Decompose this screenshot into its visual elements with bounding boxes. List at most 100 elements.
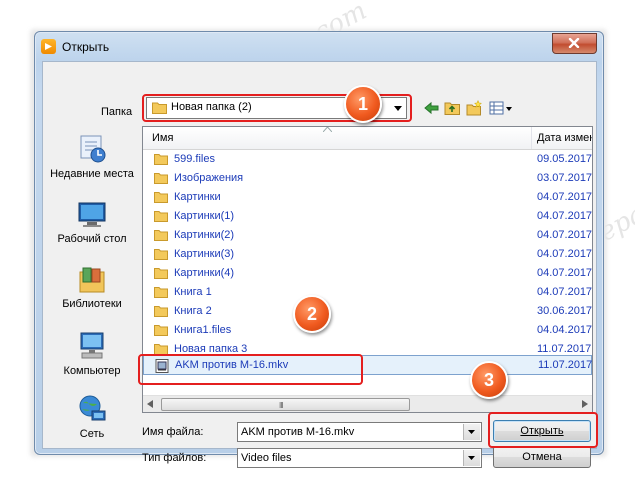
list-item[interactable]: Книга 2 30.06.2017 1 [143,302,592,320]
file-name: Книга1.files [174,324,232,336]
app-icon [41,39,56,54]
scroll-right-icon[interactable] [582,400,588,408]
folder-icon [154,325,168,336]
filename-value: AKM против M-16.mkv [241,426,355,438]
folder-icon [154,344,168,354]
annotation-badge-1: 1 [344,85,382,123]
folder-icon [154,306,168,317]
list-item[interactable]: Картинки(1) 04.07.2017 2 [143,207,592,225]
highlight-box-2 [138,354,363,385]
filetype-value: Video files [241,452,292,464]
window-title: Открыть [62,40,110,54]
file-date: 04.07.2017 2 [537,267,593,279]
list-item[interactable]: Картинки(2) 04.07.2017 2 [143,226,592,244]
file-date: 04.07.2017 2 [537,286,593,298]
sort-caret-icon [323,127,332,132]
filename-dropdown-arrow[interactable] [463,424,480,440]
file-name: Новая папка 3 [174,343,248,354]
sidebar-item-desktop[interactable]: Рабочий стол [46,201,138,246]
network-icon [79,395,106,421]
dialog-body: Папка Новая папка (2) Недавние места Раб… [42,61,598,468]
file-date: 04.07.2017 2 [537,229,593,241]
list-item[interactable]: Книга 1 04.07.2017 2 [143,283,592,301]
list-item[interactable]: Книга1.files 04.04.2017 ( [143,321,592,339]
recent-places-icon [80,135,106,163]
sidebar-item-network[interactable]: Сеть [46,394,138,441]
places-bar: Недавние места Рабочий стол Библиотеки К… [46,126,138,443]
sidebar-item-label: Сеть [79,428,105,440]
highlight-box-3 [488,412,598,448]
scroll-thumb[interactable]: III [161,398,410,411]
filetype-select[interactable]: Video files [237,448,482,468]
filename-input[interactable]: AKM против M-16.mkv [237,422,482,442]
file-date: 04.04.2017 ( [537,324,593,336]
computer-icon [80,332,104,359]
file-date: 04.07.2017 2 [537,248,593,260]
list-item[interactable]: Новая папка 3 11.07.2017 1 [143,340,592,354]
folder-icon [154,287,168,298]
filetype-label: Тип файлов: [142,452,207,464]
file-name: Картинки(4) [174,267,235,279]
file-name: Книга 1 [174,286,212,298]
cancel-button-label: Отмена [522,451,562,463]
sidebar-item-computer[interactable]: Компьютер [46,331,138,378]
folder-icon [154,268,168,279]
file-date: 11.07.2017 1 [538,359,593,371]
file-name: Книга 2 [174,305,212,317]
cancel-button[interactable]: Отмена [493,446,591,468]
back-icon[interactable] [423,100,440,116]
sidebar-item-label: Библиотеки [62,298,122,310]
folder-icon [154,211,168,222]
list-item[interactable]: Картинки(4) 04.07.2017 2 [143,264,592,282]
scroll-grip: III [279,401,284,410]
sidebar-item-label: Рабочий стол [57,233,127,245]
file-name: 599.files [174,153,215,165]
new-folder-icon[interactable] [466,100,483,116]
sidebar-item-libraries[interactable]: Библиотеки [46,266,138,311]
folder-icon [154,173,168,184]
folder-icon [154,230,168,241]
file-date: 04.07.2017 2 [537,191,593,203]
file-name: Изображения [174,172,244,184]
file-date: 30.06.2017 1 [537,305,593,317]
folder-icon [154,249,168,260]
up-folder-icon[interactable] [444,100,461,116]
filename-label: Имя файла: [142,426,204,438]
lookin-label: Папка [101,106,133,118]
filetype-dropdown-arrow[interactable] [463,450,480,466]
annotation-badge-3: 3 [470,361,508,399]
list-item[interactable]: 599.files 09.05.2017 ( [143,150,592,168]
folder-icon [154,154,168,165]
chevron-down-icon [468,430,475,434]
file-date: 04.07.2017 2 [537,210,593,222]
file-date: 09.05.2017 ( [537,153,593,165]
list-item[interactable]: Картинки(3) 04.07.2017 2 [143,245,592,263]
file-date: 11.07.2017 1 [537,343,592,354]
annotation-badge-2: 2 [293,295,331,333]
list-item[interactable]: Картинки 04.07.2017 2 [143,188,592,206]
file-name: Картинки(1) [174,210,235,222]
list-header: Имя Дата измен [143,127,592,150]
list-item[interactable]: Изображения 03.07.2017 2 [143,169,592,187]
sidebar-item-label: Компьютер [63,365,121,377]
chevron-down-icon [468,456,475,460]
scroll-left-icon[interactable] [147,400,153,408]
title-bar[interactable]: Открыть [35,32,603,60]
column-header-name[interactable]: Имя [152,132,173,144]
file-date: 03.07.2017 2 [537,172,593,184]
column-separator[interactable] [531,127,532,149]
column-header-date[interactable]: Дата измен [537,132,592,144]
horizontal-scrollbar[interactable]: III [143,395,592,412]
file-name: Картинки [174,191,221,203]
folder-icon [154,192,168,203]
view-menu-icon[interactable] [489,100,513,116]
libraries-icon [79,267,105,293]
close-icon [568,38,580,48]
file-name: Картинки(3) [174,248,235,260]
file-name: Картинки(2) [174,229,235,241]
desktop-icon [78,202,106,227]
sidebar-item-recent-places[interactable]: Недавние места [46,134,138,181]
sidebar-item-label: Недавние места [50,168,134,180]
open-dialog: Открыть Папка Новая папка (2) Недавние м… [34,31,604,468]
close-button[interactable] [552,33,597,54]
